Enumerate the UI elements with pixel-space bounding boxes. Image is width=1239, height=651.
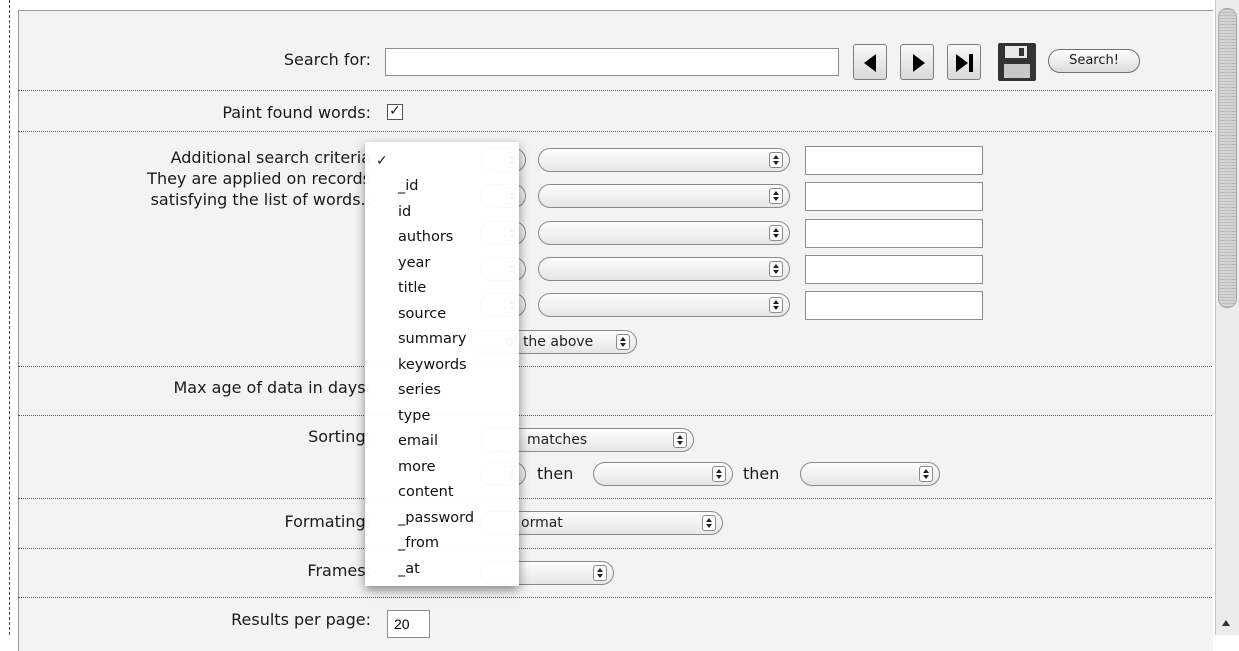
- select-arrows-icon: [712, 466, 726, 482]
- select-arrows-icon: [616, 334, 630, 350]
- select-arrows-icon: [702, 515, 716, 531]
- menu-item-summary[interactable]: summary: [398, 328, 474, 354]
- sorting-quaternary-select[interactable]: [800, 462, 940, 486]
- search-input[interactable]: [385, 48, 839, 76]
- next-button[interactable]: [900, 44, 934, 80]
- results-per-page-label: Results per page:: [231, 610, 371, 629]
- select-arrows-icon: [769, 225, 783, 241]
- floppy-disk-icon: [1005, 46, 1027, 58]
- select-arrows-icon: [769, 261, 783, 277]
- last-button[interactable]: [947, 44, 981, 80]
- then-label: then: [537, 464, 574, 483]
- select-arrows-icon: [769, 152, 783, 168]
- triangle-left-icon: [864, 54, 876, 72]
- criteria-operator-select[interactable]: [538, 257, 790, 281]
- criteria-operator-select[interactable]: [538, 184, 790, 208]
- menu-item-id[interactable]: id: [398, 201, 474, 227]
- row-separator: [18, 548, 1212, 549]
- row-separator: [18, 597, 1212, 598]
- criteria-operator-select[interactable]: [538, 293, 790, 317]
- vertical-scrollbar[interactable]: [1215, 0, 1239, 635]
- search-button[interactable]: Search!: [1048, 49, 1140, 73]
- skip-to-last-icon: [956, 54, 968, 72]
- row-separator: [18, 498, 1212, 499]
- select-arrows-icon: [769, 188, 783, 204]
- select-arrows-icon: [593, 565, 607, 581]
- field-dropdown-menu: ✓ _id id authors year title source summa…: [365, 142, 519, 586]
- paint-found-words-label: Paint found words:: [222, 103, 371, 122]
- criteria-value-input[interactable]: [805, 182, 983, 211]
- paint-found-words-checkbox[interactable]: ✓: [387, 104, 403, 120]
- menu-item-series[interactable]: series: [398, 379, 474, 405]
- sorting-tertiary-select[interactable]: [593, 462, 733, 486]
- menu-item-_at[interactable]: _at: [398, 558, 474, 584]
- menu-item-year[interactable]: year: [398, 252, 474, 278]
- menu-item-source[interactable]: source: [398, 303, 474, 329]
- field-menu-list: _id id authors year title source summary…: [398, 175, 474, 583]
- menu-item-content[interactable]: content: [398, 481, 474, 507]
- row-separator: [18, 131, 1212, 132]
- triangle-right-icon: [913, 54, 925, 72]
- row-separator: [18, 415, 1212, 416]
- frames-label: Frames:: [307, 561, 371, 580]
- criteria-operator-select[interactable]: [538, 221, 790, 245]
- menu-item-_from[interactable]: _from: [398, 532, 474, 558]
- menu-item-email[interactable]: email: [398, 430, 474, 456]
- row-separator: [18, 90, 1212, 91]
- criteria-value-input[interactable]: [805, 146, 983, 175]
- menu-item-authors[interactable]: authors: [398, 226, 474, 252]
- save-button[interactable]: [998, 43, 1036, 81]
- criteria-value-input[interactable]: [805, 219, 983, 248]
- select-arrows-icon: [919, 466, 933, 482]
- scroll-up-arrow-icon[interactable]: [1222, 620, 1230, 626]
- select-arrows-icon: [673, 432, 687, 448]
- previous-button[interactable]: [853, 44, 887, 80]
- scrollbar-thumb[interactable]: [1218, 8, 1237, 308]
- criteria-value-input[interactable]: [805, 291, 983, 320]
- max-age-label: Max age of data in days:: [173, 378, 371, 397]
- menu-item-type[interactable]: type: [398, 405, 474, 431]
- formatting-label: Formating:: [284, 512, 371, 531]
- select-arrows-icon: [769, 297, 783, 313]
- criteria-label: Additional search criteria They are appl…: [147, 148, 371, 209]
- left-guide-line: [9, 0, 10, 635]
- criteria-operator-select[interactable]: [538, 148, 790, 172]
- search-label: Search for:: [283, 50, 371, 69]
- menu-item-_id[interactable]: _id: [398, 175, 474, 201]
- then-label: then: [743, 464, 780, 483]
- row-separator: [18, 366, 1212, 367]
- checkmark-icon: ✓: [376, 153, 388, 169]
- menu-item-_password[interactable]: _password: [398, 507, 474, 533]
- results-per-page-input[interactable]: [387, 610, 430, 638]
- sorting-label: Sorting:: [308, 427, 371, 446]
- criteria-value-input[interactable]: [805, 255, 983, 284]
- menu-item-title[interactable]: title: [398, 277, 474, 303]
- menu-item-keywords[interactable]: keywords: [398, 354, 474, 380]
- menu-item-more[interactable]: more: [398, 456, 474, 482]
